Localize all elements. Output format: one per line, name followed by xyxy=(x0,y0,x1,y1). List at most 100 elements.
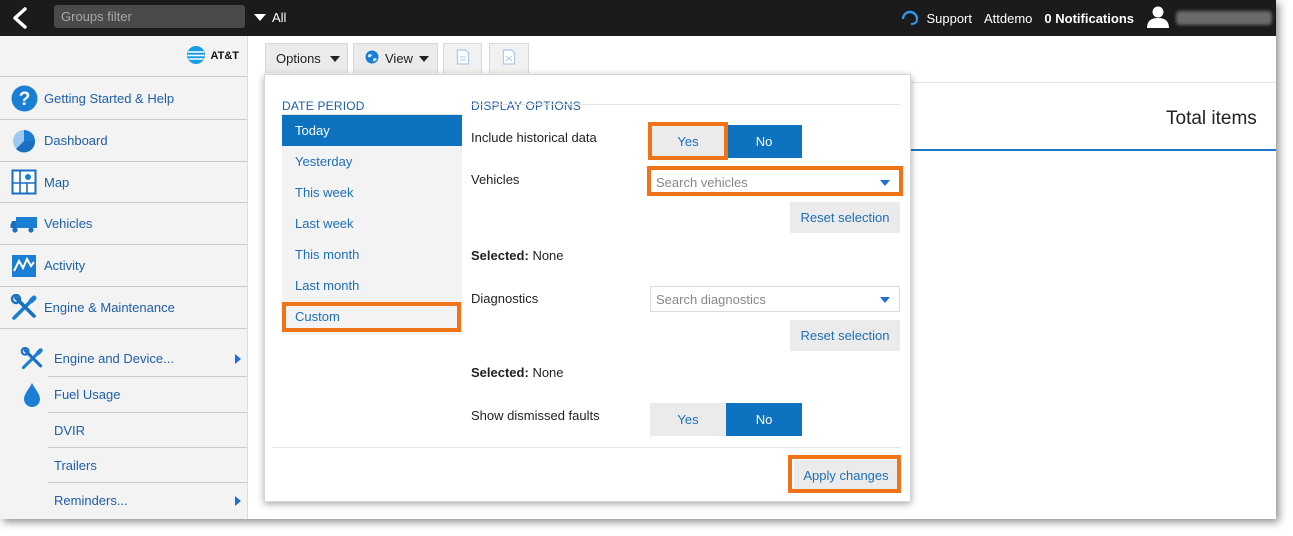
user-icon xyxy=(1146,5,1170,32)
diagnostics-selected-value: None xyxy=(532,365,564,380)
diagnostics-label: Diagnostics xyxy=(471,291,539,306)
subnav-label: Fuel Usage xyxy=(54,387,121,402)
globe-icon xyxy=(365,50,379,67)
apply-changes-button[interactable]: Apply changes xyxy=(794,460,898,490)
vehicles-selected-text: Selected: None xyxy=(471,248,564,263)
subnav-engine-device[interactable]: Engine and Device... xyxy=(20,341,247,376)
subnav-label: Engine and Device... xyxy=(54,351,174,366)
map-icon xyxy=(10,168,38,196)
table-header-underline xyxy=(911,149,1276,151)
sidebar: AT&T ? Getting Started & Help Dashboard … xyxy=(0,36,248,519)
subnav-dvir[interactable]: DVIR xyxy=(48,412,247,447)
headset-icon xyxy=(900,7,920,30)
subnav-label: DVIR xyxy=(54,422,86,438)
period-custom[interactable]: Custom xyxy=(282,301,462,332)
subnav-label: Trailers xyxy=(54,457,97,473)
dismissed-yes-button[interactable]: Yes xyxy=(650,403,726,436)
support-label: Support xyxy=(926,10,972,26)
user-menu[interactable] xyxy=(1146,5,1272,32)
nav-vehicles[interactable]: Vehicles xyxy=(0,202,247,244)
vehicles-reset-button[interactable]: Reset selection xyxy=(790,202,900,233)
att-globe-icon xyxy=(186,45,206,68)
dismissed-no-button[interactable]: No xyxy=(726,403,802,436)
period-last-week[interactable]: Last week xyxy=(282,208,462,239)
subnav-fuel-usage[interactable]: Fuel Usage xyxy=(24,376,247,412)
panel-footer-divider xyxy=(273,447,901,448)
svg-text:?: ? xyxy=(18,89,30,110)
display-options-divider xyxy=(471,104,900,105)
subnav-reminders[interactable]: Reminders... xyxy=(48,482,247,518)
nav-activity[interactable]: Activity xyxy=(0,244,247,286)
period-today[interactable]: Today xyxy=(282,115,462,146)
caret-down-icon xyxy=(880,180,890,186)
total-items-header: Total items xyxy=(1166,108,1257,129)
nav-label: Vehicles xyxy=(44,216,93,231)
tools-icon xyxy=(20,345,44,373)
document-icon xyxy=(456,49,470,68)
options-button[interactable]: Options xyxy=(265,43,348,73)
nav-label: Activity xyxy=(44,258,86,273)
top-right-menu: Support Attdemo 0 Notifications xyxy=(900,0,1276,36)
nav-label: Map xyxy=(44,174,70,190)
groups-filter-input[interactable] xyxy=(54,5,245,28)
display-options-title: DISPLAY OPTIONS xyxy=(471,99,581,113)
vehicles-selected-value: None xyxy=(532,248,564,263)
user-name-redacted xyxy=(1176,11,1272,25)
options-panel: DATE PERIOD DISPLAY OPTIONS Today Yester… xyxy=(264,74,911,502)
brand-logo: AT&T xyxy=(0,36,247,76)
caret-down-icon xyxy=(418,55,429,62)
options-label: Options xyxy=(276,51,321,66)
support-link[interactable]: Support xyxy=(900,7,972,30)
nav-label: Getting Started & Help xyxy=(44,90,175,106)
back-arrow-icon[interactable] xyxy=(8,6,34,30)
pie-chart-icon xyxy=(10,127,38,155)
nav-label: Engine & Maintenance xyxy=(44,300,175,315)
notifications-link[interactable]: 0 Notifications xyxy=(1044,11,1134,26)
date-period-list: Today Yesterday This week Last week This… xyxy=(282,115,462,335)
historical-yes-button[interactable]: Yes xyxy=(650,125,726,158)
period-this-week[interactable]: This week xyxy=(282,177,462,208)
nav-engine-maintenance[interactable]: Engine & Maintenance xyxy=(0,286,247,329)
export-excel-button[interactable] xyxy=(489,43,529,73)
subnav-trailers[interactable]: Trailers xyxy=(48,447,247,482)
top-bar: All Support Attdemo 0 Notifications xyxy=(0,0,1276,36)
selected-prefix: Selected: xyxy=(471,248,529,263)
nav-dashboard[interactable]: Dashboard xyxy=(0,119,247,161)
nav-map[interactable]: Map xyxy=(0,161,247,202)
company-name[interactable]: Attdemo xyxy=(984,11,1032,26)
groups-all-label: All xyxy=(272,10,287,25)
export-pdf-button[interactable] xyxy=(443,43,482,73)
historical-data-label: Include historical data xyxy=(471,130,597,145)
caret-down-icon xyxy=(254,14,266,21)
groups-all-dropdown[interactable]: All xyxy=(254,10,286,25)
subnav-label: Reminders... xyxy=(54,493,128,508)
chevron-right-icon xyxy=(235,353,241,364)
view-button[interactable]: View xyxy=(353,43,438,73)
truck-icon xyxy=(10,210,38,238)
nav-getting-started[interactable]: ? Getting Started & Help xyxy=(0,76,247,119)
chevron-right-icon xyxy=(235,495,241,506)
vehicles-label: Vehicles xyxy=(471,172,520,187)
activity-chart-icon xyxy=(10,252,38,280)
historical-no-button[interactable]: No xyxy=(726,125,802,158)
dismissed-faults-label: Show dismissed faults xyxy=(471,408,600,423)
diagnostics-reset-button[interactable]: Reset selection xyxy=(790,320,900,351)
vehicles-search-select[interactable]: Search vehicles xyxy=(650,169,900,195)
fuel-drop-icon xyxy=(20,381,44,409)
diagnostics-selected-text: Selected: None xyxy=(471,365,564,380)
caret-down-icon xyxy=(329,55,340,62)
period-last-month[interactable]: Last month xyxy=(282,270,462,301)
brand-name: AT&T xyxy=(210,50,239,62)
view-label: View xyxy=(385,51,413,66)
nav-label: Dashboard xyxy=(44,133,108,148)
app-window: All Support Attdemo 0 Notifications xyxy=(0,0,1276,519)
help-icon: ? xyxy=(10,84,38,112)
diagnostics-search-select[interactable]: Search diagnostics xyxy=(650,286,900,312)
period-yesterday[interactable]: Yesterday xyxy=(282,146,462,177)
tools-icon xyxy=(10,293,38,322)
selected-prefix: Selected: xyxy=(471,365,529,380)
period-this-month[interactable]: This month xyxy=(282,239,462,270)
date-period-title: DATE PERIOD xyxy=(282,99,365,113)
document-icon xyxy=(502,49,516,68)
caret-down-icon xyxy=(880,297,890,303)
